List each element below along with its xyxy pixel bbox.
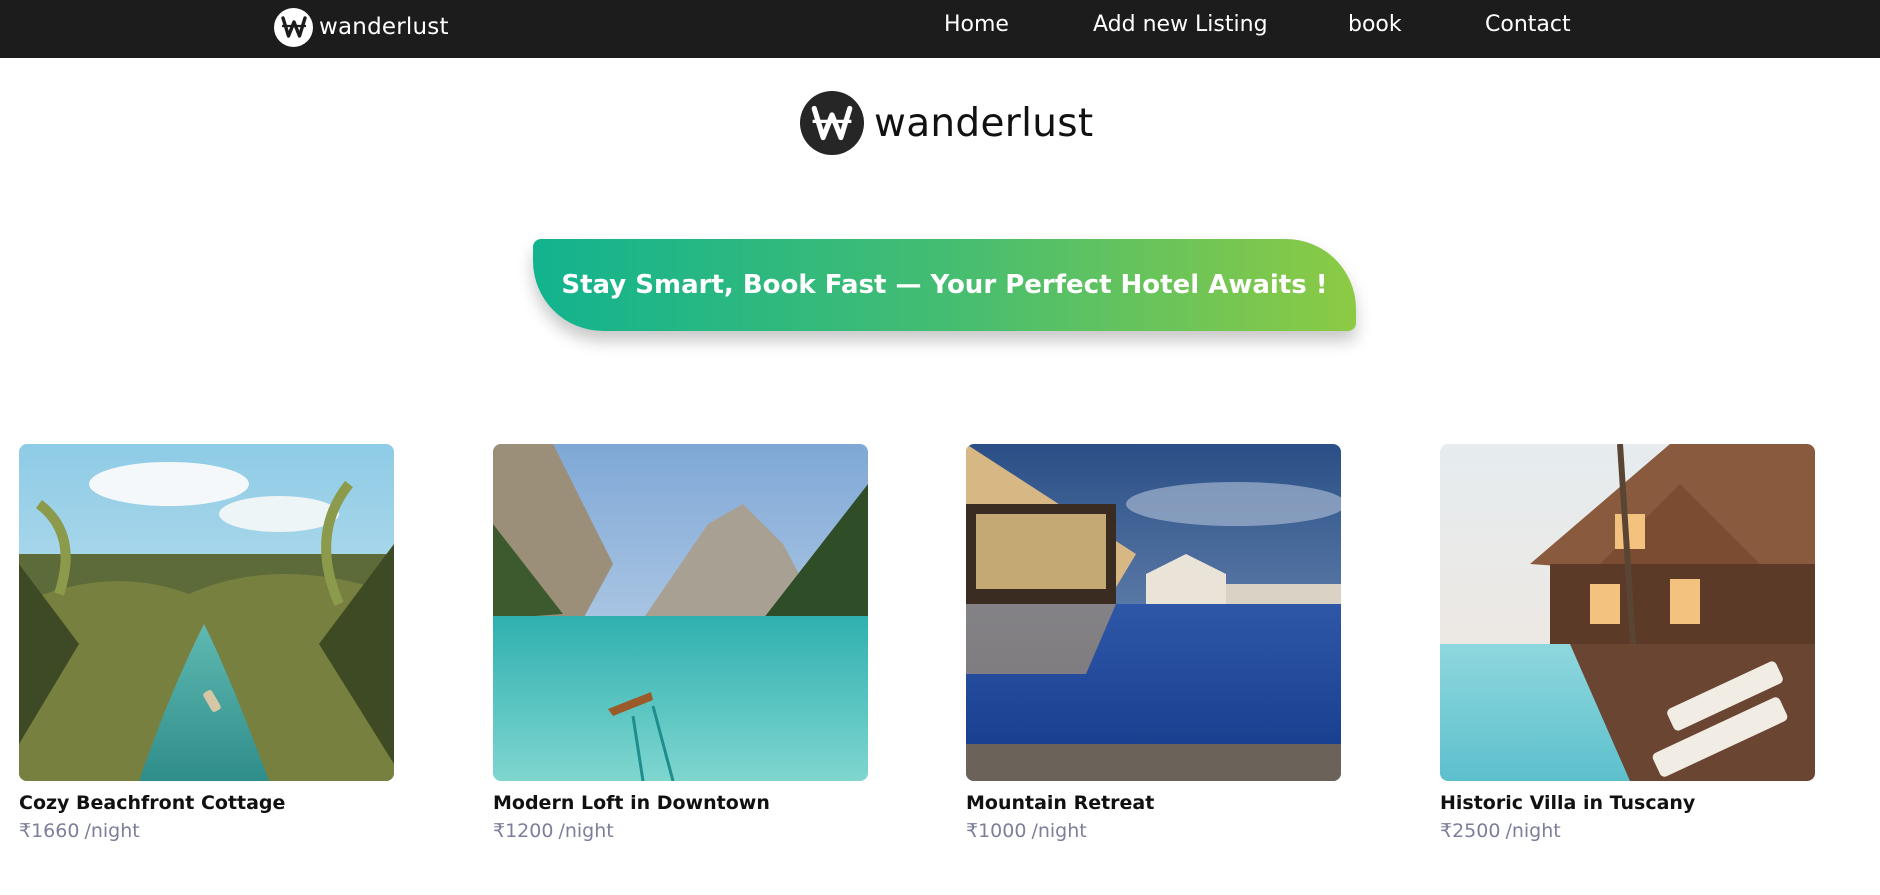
hero-brand: wanderlust	[800, 90, 1093, 156]
listing-title[interactable]: Historic Villa in Tuscany	[1440, 792, 1815, 814]
listing-card[interactable]: Cozy Beachfront Cottage ₹1660/night	[19, 444, 394, 842]
tagline-text: Stay Smart, Book Fast — Your Perfect Hot…	[561, 270, 1328, 300]
tagline-banner: Stay Smart, Book Fast — Your Perfect Hot…	[533, 239, 1356, 331]
listing-title[interactable]: Modern Loft in Downtown	[493, 792, 868, 814]
price-amount: ₹1660	[19, 820, 80, 842]
price-unit: /night	[1505, 820, 1561, 842]
listing-card[interactable]: Modern Loft in Downtown ₹1200/night	[493, 444, 868, 842]
wanderlust-logo-icon	[274, 7, 313, 47]
listing-title[interactable]: Cozy Beachfront Cottage	[19, 792, 394, 814]
price-amount: ₹2500	[1440, 820, 1501, 842]
navbar: wanderlust Home Add new Listing book Con…	[0, 0, 1880, 58]
listing-card[interactable]: Historic Villa in Tuscany ₹2500/night	[1440, 444, 1815, 842]
hero-brand-text: wanderlust	[874, 100, 1094, 146]
listing-image-mountain-lake	[493, 444, 868, 781]
price-amount: ₹1000	[966, 820, 1027, 842]
listing-card[interactable]: Mountain Retreat ₹1000/night	[966, 444, 1341, 842]
navbar-brand-link[interactable]: wanderlust	[274, 7, 449, 47]
price-amount: ₹1200	[493, 820, 554, 842]
nav-link-home[interactable]: Home	[944, 10, 1009, 40]
listing-price: ₹1660/night	[19, 820, 394, 842]
price-unit: /night	[84, 820, 140, 842]
listing-image-wooden-villa	[1440, 444, 1815, 781]
nav-link-contact[interactable]: Contact	[1485, 10, 1571, 40]
listing-price: ₹1000/night	[966, 820, 1341, 842]
nav-link-add-new-listing[interactable]: Add new Listing	[1093, 10, 1268, 40]
listing-price: ₹1200/night	[493, 820, 868, 842]
listing-title[interactable]: Mountain Retreat	[966, 792, 1341, 814]
listing-image-tropical-river	[19, 444, 394, 781]
price-unit: /night	[1031, 820, 1087, 842]
price-unit: /night	[558, 820, 614, 842]
nav-link-book[interactable]: book	[1348, 10, 1402, 40]
listing-price: ₹2500/night	[1440, 820, 1815, 842]
listing-image-resort-pool	[966, 444, 1341, 781]
wanderlust-logo-icon	[800, 91, 864, 155]
navbar-brand-text: wanderlust	[319, 14, 449, 40]
